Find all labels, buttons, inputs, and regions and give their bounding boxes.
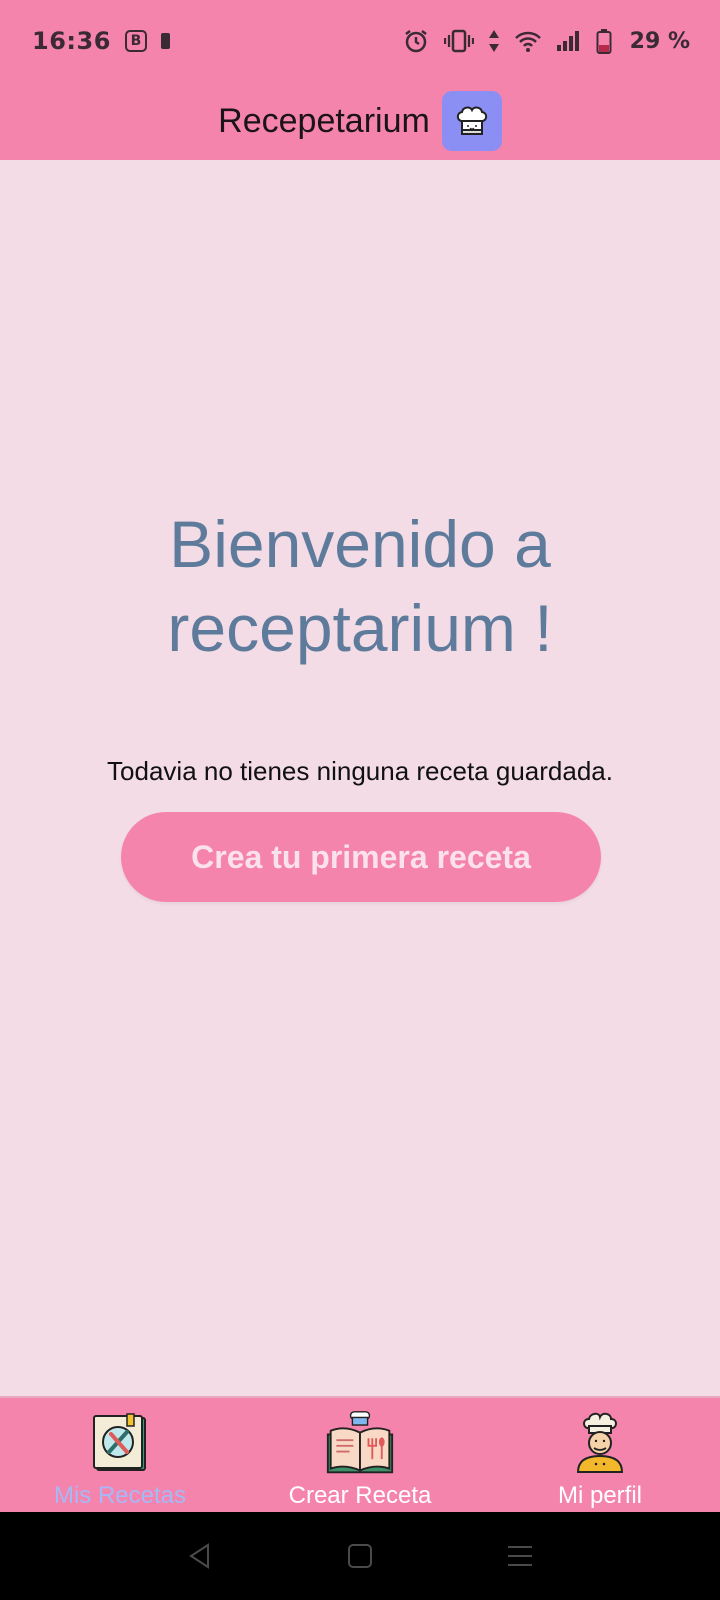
menu-icon[interactable]: [490, 1526, 550, 1586]
empty-state-message: Todavia no tienes ninguna receta guardad…: [107, 756, 613, 786]
app-notification-icon: B: [124, 30, 147, 52]
welcome-line-2: receptarium !: [167, 591, 553, 665]
back-icon[interactable]: [170, 1526, 230, 1586]
chef-avatar-icon: [565, 1408, 635, 1478]
status-right: 29 %: [402, 27, 690, 55]
signal-icon: [556, 30, 582, 52]
status-bar: 16:36 B 29 %: [0, 0, 720, 82]
recipe-book-icon: [85, 1408, 155, 1478]
status-left: 16:36 B: [32, 27, 170, 55]
nav-item-mi-perfil[interactable]: Mi perfil: [480, 1398, 720, 1512]
nav-item-crear-receta[interactable]: Crear Receta: [240, 1398, 480, 1512]
system-nav-bar: [0, 1512, 720, 1600]
nav-label-mis-recetas: Mis Recetas: [53, 1482, 187, 1509]
screen: 16:36 B 29 % Recepetarium Bienvenido a r…: [0, 0, 720, 1600]
wifi-icon: [514, 29, 542, 53]
create-first-recipe-button[interactable]: Crea tu primera receta: [121, 812, 601, 902]
app-title: Recepetarium: [218, 101, 430, 140]
bottom-nav: Mis Recetas Crear Receta Mi perfil: [0, 1396, 720, 1512]
nav-label-crear-receta: Crear Receta: [288, 1482, 432, 1509]
status-time: 16:36: [32, 27, 111, 55]
welcome-line-1: Bienvenido a: [169, 507, 551, 581]
data-arrows-icon: [488, 29, 500, 53]
open-cookbook-icon: [325, 1408, 395, 1478]
home-icon[interactable]: [330, 1526, 390, 1586]
vibrate-icon: [443, 28, 474, 54]
nav-item-mis-recetas[interactable]: Mis Recetas: [0, 1398, 240, 1512]
alarm-icon: [402, 27, 430, 55]
app-bar: Recepetarium: [0, 82, 720, 160]
battery-icon: [596, 28, 612, 54]
chef-hat-icon: [441, 91, 502, 151]
nav-label-mi-perfil: Mi perfil: [557, 1482, 642, 1509]
battery-percent: 29 %: [629, 28, 690, 54]
welcome-heading: Bienvenido a receptarium !: [0, 502, 720, 670]
battery-saver-icon: [160, 33, 170, 49]
